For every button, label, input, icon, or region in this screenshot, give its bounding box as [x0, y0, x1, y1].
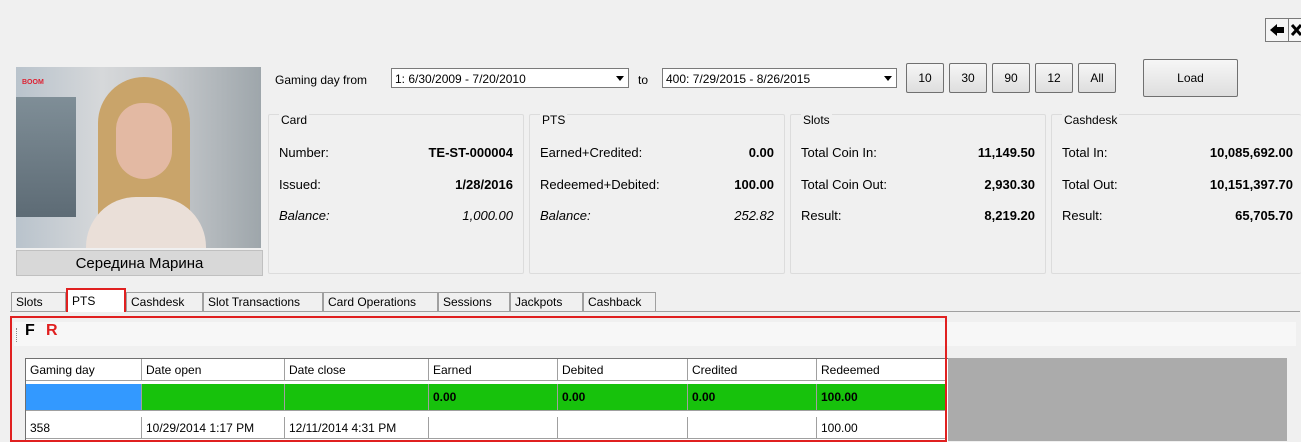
arrow-left-icon: [1269, 23, 1285, 37]
cashdesk-result-value: 65,705.70: [1235, 208, 1293, 223]
card-balance-value: 1,000.00: [462, 208, 513, 223]
cashdesk-out-label: Total Out:: [1062, 177, 1118, 192]
tab-jackpots[interactable]: Jackpots: [510, 292, 583, 311]
chevron-down-icon: [616, 76, 624, 81]
grid-empty-area: [947, 358, 1287, 441]
slots-coin-in-label: Total Coin In:: [801, 145, 877, 160]
card-issued-label: Issued:: [279, 177, 321, 192]
quick-all-button[interactable]: All: [1078, 63, 1116, 93]
pts-earned-row: Earned+Credited: 0.00: [540, 145, 774, 161]
cashdesk-in-value: 10,085,692.00: [1210, 145, 1293, 160]
tab-slot-transactions[interactable]: Slot Transactions: [203, 292, 323, 311]
card-number-value: TE-ST-000004: [428, 145, 513, 160]
tab-slots[interactable]: Slots: [11, 292, 66, 311]
pts-group: PTS Earned+Credited: 0.00 Redeemed+Debit…: [529, 114, 785, 274]
from-value: 1: 6/30/2009 - 7/20/2010: [395, 72, 526, 86]
quick-10-button[interactable]: 10: [906, 63, 944, 93]
pts-balance-label: Balance:: [540, 208, 591, 223]
card-number-label: Number:: [279, 145, 329, 160]
cashdesk-in-row: Total In: 10,085,692.00: [1062, 145, 1293, 161]
tab-cashback[interactable]: Cashback: [583, 292, 656, 311]
pts-balance-value: 252.82: [734, 208, 774, 223]
quick-12-button[interactable]: 12: [1035, 63, 1073, 93]
slots-result-label: Result:: [801, 208, 841, 223]
slots-result-row: Result: 8,219.20: [801, 208, 1035, 224]
pts-redeemed-row: Redeemed+Debited: 100.00: [540, 177, 774, 193]
tab-cashdesk[interactable]: Cashdesk: [126, 292, 203, 311]
to-label: to: [638, 73, 648, 87]
pts-redeemed-label: Redeemed+Debited:: [540, 177, 660, 192]
cashdesk-result-row: Result: 65,705.70: [1062, 208, 1293, 224]
card-number-row: Number: TE-ST-000004: [279, 145, 513, 161]
quick-90-button[interactable]: 90: [992, 63, 1030, 93]
load-button[interactable]: Load: [1143, 59, 1238, 97]
from-combo[interactable]: 1: 6/30/2009 - 7/20/2010: [391, 68, 629, 88]
quick-30-button[interactable]: 30: [949, 63, 987, 93]
close-button[interactable]: [1288, 18, 1301, 42]
player-name: Середина Марина: [16, 250, 263, 276]
cashdesk-out-row: Total Out: 10,151,397.70: [1062, 177, 1293, 193]
card-issued-value: 1/28/2016: [455, 177, 513, 192]
pts-redeemed-value: 100.00: [734, 177, 774, 192]
cashdesk-in-label: Total In:: [1062, 145, 1108, 160]
tab-panel-border: [10, 311, 1300, 312]
card-issued-row: Issued: 1/28/2016: [279, 177, 513, 193]
highlight-box: [10, 316, 947, 442]
pts-earned-label: Earned+Credited:: [540, 145, 642, 160]
tab-sessions[interactable]: Sessions: [438, 292, 510, 311]
slots-coin-out-label: Total Coin Out:: [801, 177, 887, 192]
card-balance-row: Balance: 1,000.00: [279, 208, 513, 224]
to-combo[interactable]: 400: 7/29/2015 - 8/26/2015: [662, 68, 897, 88]
tab-card-operations[interactable]: Card Operations: [323, 292, 438, 311]
slots-title: Slots: [801, 113, 832, 127]
chevron-down-icon: [884, 76, 892, 81]
close-icon: [1290, 23, 1301, 37]
slots-coin-out-value: 2,930.30: [984, 177, 1035, 192]
pts-balance-row: Balance: 252.82: [540, 208, 774, 224]
photo-text: BOOM: [22, 79, 44, 86]
back-button[interactable]: [1265, 18, 1289, 42]
card-group: Card Number: TE-ST-000004 Issued: 1/28/2…: [268, 114, 524, 274]
slots-result-value: 8,219.20: [984, 208, 1035, 223]
cashdesk-result-label: Result:: [1062, 208, 1102, 223]
slots-group: Slots Total Coin In: 11,149.50 Total Coi…: [790, 114, 1046, 274]
from-label: Gaming day from: [275, 73, 367, 87]
tab-pts[interactable]: PTS: [66, 288, 126, 312]
cashdesk-group: Cashdesk Total In: 10,085,692.00 Total O…: [1051, 114, 1301, 274]
pts-earned-value: 0.00: [749, 145, 774, 160]
slots-coin-in-row: Total Coin In: 11,149.50: [801, 145, 1035, 161]
to-value: 400: 7/29/2015 - 8/26/2015: [666, 72, 810, 86]
card-balance-label: Balance:: [279, 208, 330, 223]
card-title: Card: [279, 113, 309, 127]
slots-coin-in-value: 11,149.50: [978, 145, 1035, 160]
player-photo: BOOM: [16, 67, 261, 248]
slots-coin-out-row: Total Coin Out: 2,930.30: [801, 177, 1035, 193]
pts-title: PTS: [540, 113, 567, 127]
cashdesk-title: Cashdesk: [1062, 113, 1119, 127]
cashdesk-out-value: 10,151,397.70: [1210, 177, 1293, 192]
